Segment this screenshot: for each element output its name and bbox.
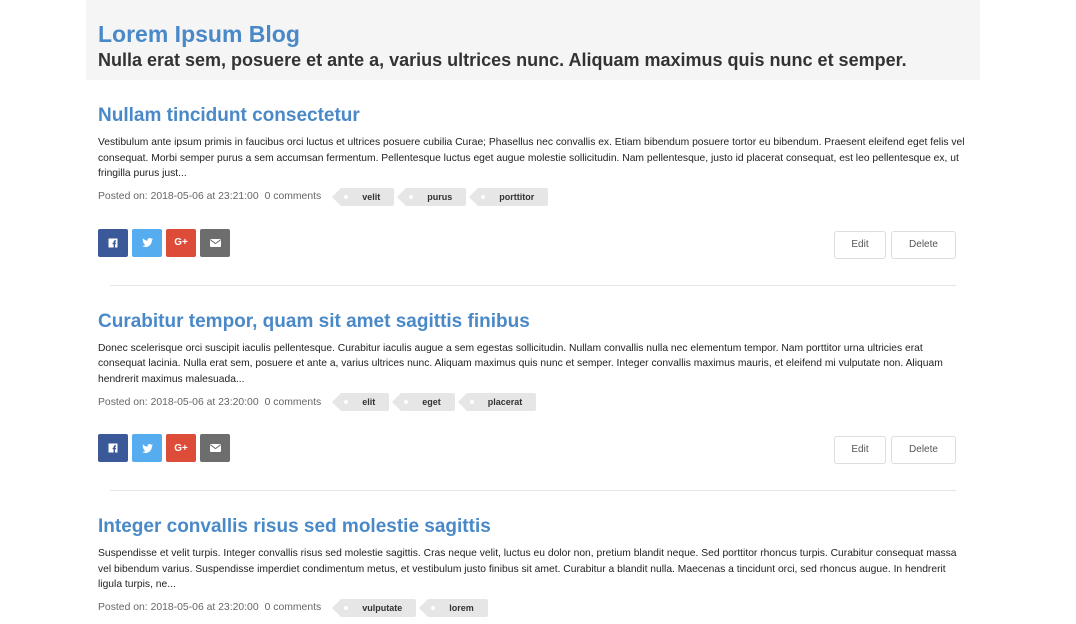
comments-count[interactable]: 0 comments — [265, 191, 322, 202]
tag[interactable]: purus — [397, 187, 467, 206]
google-plus-icon: G+ — [174, 237, 188, 248]
facebook-share-button[interactable] — [98, 228, 128, 257]
post-meta: Posted on: 2018-05-06 at 23:20:00 0 comm… — [98, 392, 968, 412]
tag[interactable]: placerat — [457, 393, 537, 411]
post-admin-buttons: Edit Delete — [834, 436, 956, 464]
blog-subtitle: Nulla erat sem, posuere et ante a, variu… — [98, 50, 907, 70]
post-title[interactable]: Curabitur tempor, quam sit amet sagittis… — [98, 286, 968, 334]
post-meta: Posted on: 2018-05-06 at 23:21:00 0 comm… — [98, 187, 968, 207]
edit-button[interactable]: Edit — [834, 230, 886, 259]
post-excerpt: Vestibulum ante ipsum primis in faucibus… — [98, 137, 965, 179]
facebook-icon — [108, 238, 118, 248]
post-title[interactable]: Nullam tincidunt consectetur — [98, 80, 968, 128]
twitter-share-button[interactable] — [132, 434, 162, 462]
tag[interactable]: vulputate — [332, 598, 417, 617]
google-plus-share-button[interactable]: G+ — [166, 228, 196, 257]
post-meta: Posted on: 2018-05-06 at 23:20:00 0 comm… — [98, 598, 968, 618]
tag[interactable]: porttitor — [469, 187, 549, 206]
post-date: Posted on: 2018-05-06 at 23:21:00 — [98, 191, 259, 202]
google-plus-icon: G+ — [174, 442, 188, 454]
tag[interactable]: velit — [332, 187, 395, 206]
tag[interactable]: lorem — [419, 598, 488, 617]
facebook-icon — [108, 443, 118, 453]
twitter-icon — [141, 238, 153, 247]
post-actions: G+ Edit Delete — [98, 228, 968, 261]
envelope-icon — [209, 238, 221, 247]
post-excerpt: Suspendisse et velit turpis. Integer con… — [98, 548, 957, 590]
delete-button[interactable]: Delete — [891, 230, 956, 259]
email-share-button[interactable] — [200, 434, 230, 462]
post-actions: G+ Edit Delete — [98, 434, 968, 466]
edit-button[interactable]: Edit — [834, 436, 886, 464]
facebook-share-button[interactable] — [98, 434, 128, 462]
google-plus-share-button[interactable]: G+ — [166, 434, 196, 462]
blog-header: Lorem Ipsum Blog Nulla erat sem, posuere… — [86, 0, 980, 80]
envelope-icon — [209, 444, 221, 452]
post-card: Curabitur tempor, quam sit amet sagittis… — [86, 286, 980, 491]
email-share-button[interactable] — [200, 228, 230, 257]
post-date: Posted on: 2018-05-06 at 23:20:00 — [98, 602, 259, 613]
tag[interactable]: eget — [392, 393, 455, 411]
post-date: Posted on: 2018-05-06 at 23:20:00 — [98, 396, 259, 408]
post-card: Nullam tincidunt consectetur Vestibulum … — [86, 80, 980, 286]
post-card: Integer convallis risus sed molestie sag… — [86, 491, 980, 618]
tag[interactable]: elit — [332, 393, 390, 411]
comments-count[interactable]: 0 comments — [265, 397, 322, 408]
post-excerpt: Donec scelerisque orci suscipit iaculis … — [98, 342, 943, 385]
delete-button[interactable]: Delete — [891, 436, 956, 464]
comments-count[interactable]: 0 comments — [265, 602, 322, 613]
page-container: Lorem Ipsum Blog Nulla erat sem, posuere… — [86, 0, 980, 618]
post-title[interactable]: Integer convallis risus sed molestie sag… — [98, 491, 968, 539]
blog-title[interactable]: Lorem Ipsum Blog — [98, 20, 968, 48]
post-admin-buttons: Edit Delete — [834, 230, 956, 259]
twitter-icon — [141, 443, 153, 453]
twitter-share-button[interactable] — [132, 228, 162, 257]
